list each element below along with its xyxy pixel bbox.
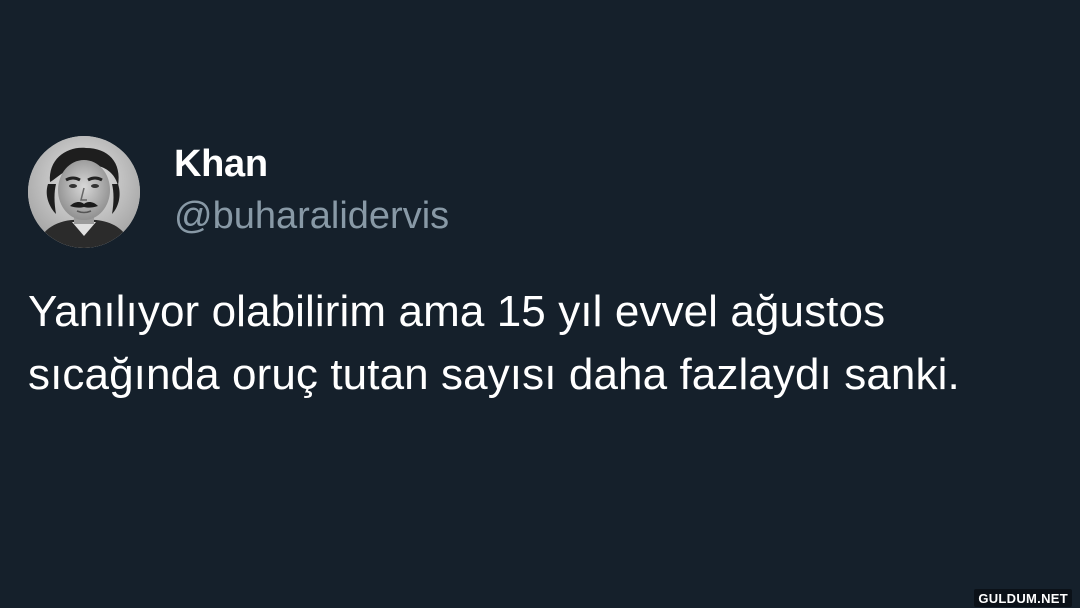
avatar[interactable] <box>28 136 140 248</box>
tweet-text: Yanılıyor olabilirim ama 15 yıl evvel ağ… <box>28 287 960 399</box>
tweet-card: Khan @buharalidervis Yanılıyor olabiliri… <box>0 0 1080 608</box>
user-handle[interactable]: @buharalidervis <box>174 192 449 240</box>
watermark: GULDUM.NET <box>974 589 1072 607</box>
display-name[interactable]: Khan <box>174 140 268 188</box>
user-avatar-icon <box>28 136 140 248</box>
